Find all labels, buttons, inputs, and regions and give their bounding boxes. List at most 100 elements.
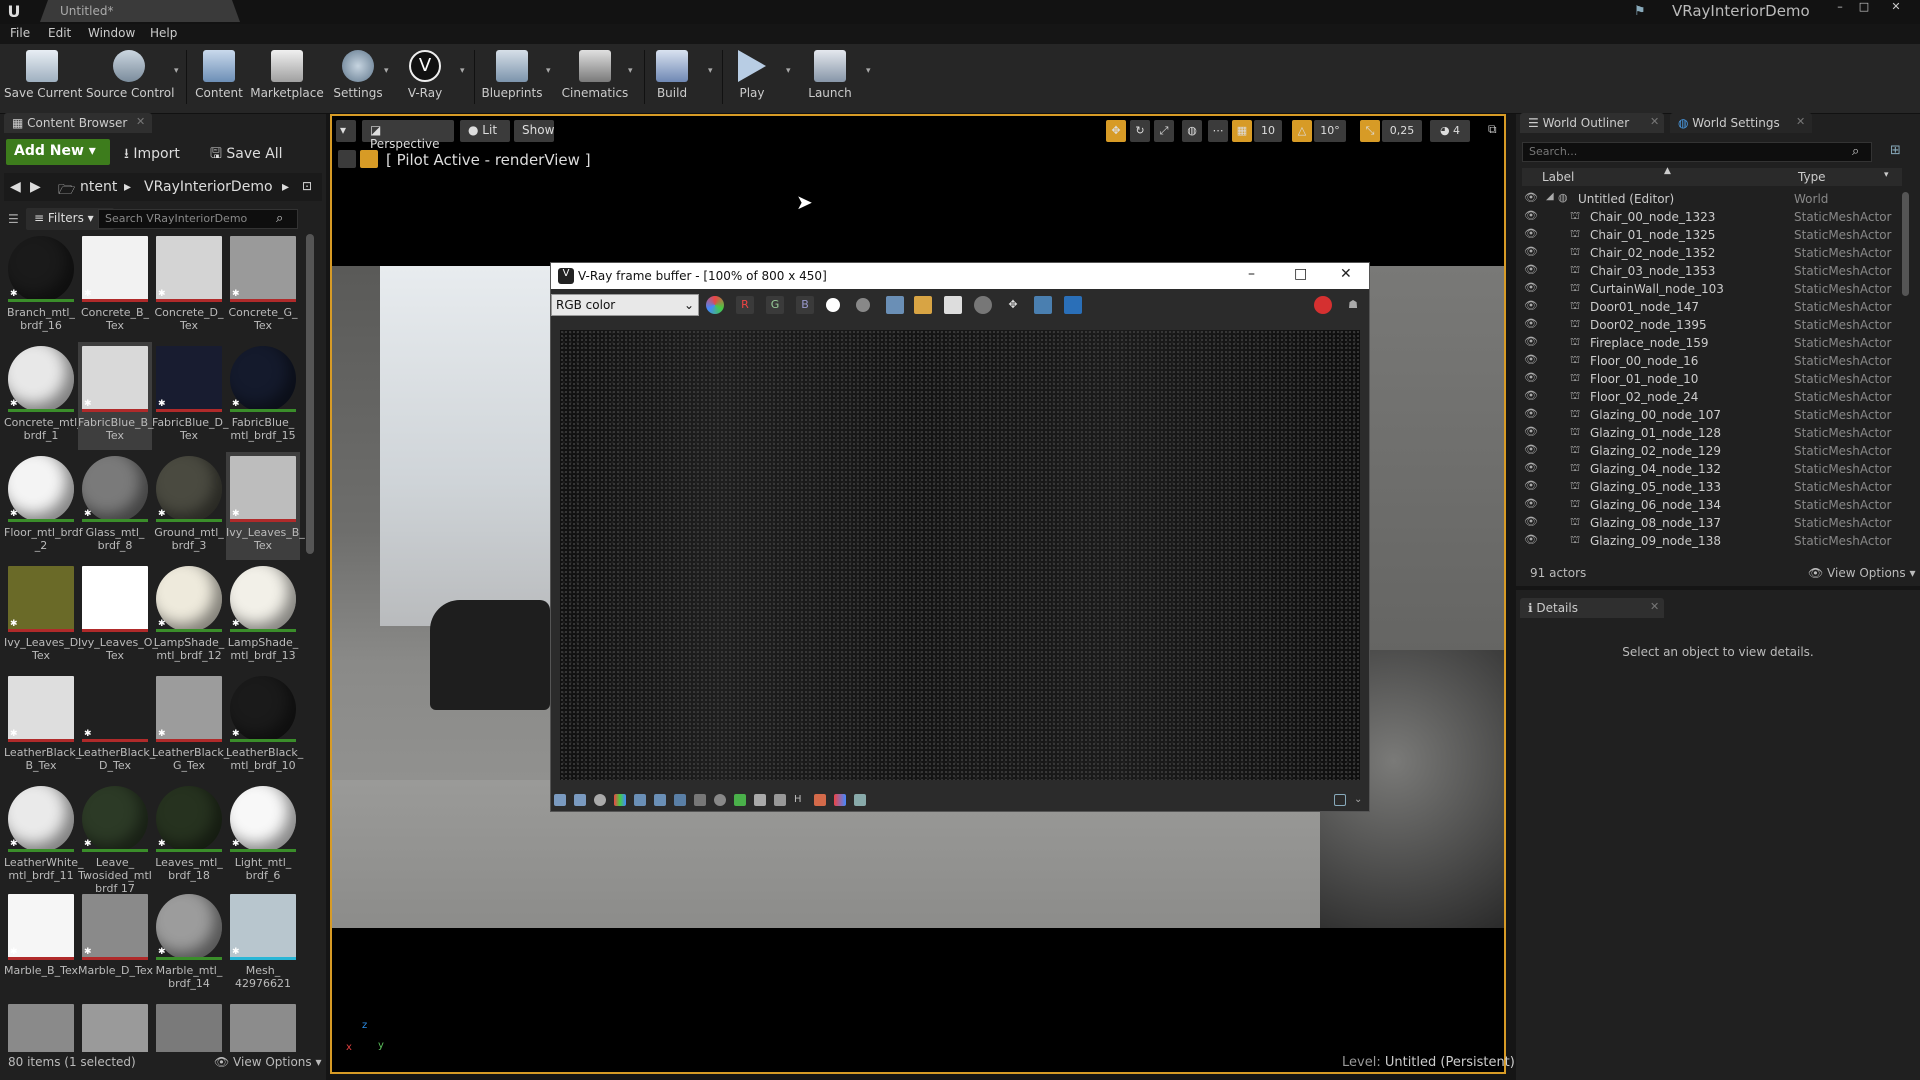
fb-tool-icon[interactable] <box>654 794 666 806</box>
cinematics-dropdown-icon[interactable]: ▾ <box>628 66 633 76</box>
search-icon[interactable]: ⌕ <box>276 211 283 226</box>
build-button[interactable]: Build <box>650 46 694 106</box>
outliner-row[interactable]: 👁 ⛫ Floor_02_node_24 StaticMeshActor <box>1522 388 1902 406</box>
fb-expand-icon[interactable]: ⌄ <box>1354 794 1366 806</box>
fb-tool-icon[interactable] <box>614 794 626 806</box>
save-all-button[interactable]: 🖫 Save All <box>210 143 283 167</box>
eject-icon[interactable] <box>338 150 356 168</box>
fb-tool-icon[interactable] <box>594 794 606 806</box>
settings-dropdown-icon[interactable]: ▾ <box>384 66 389 76</box>
play-dropdown-icon[interactable]: ▾ <box>786 66 791 76</box>
outliner-row[interactable]: 👁 ⛫ CurtainWall_node_103 StaticMeshActor <box>1522 280 1902 298</box>
outliner-row[interactable]: 👁 ⛫ Floor_00_node_16 StaticMeshActor <box>1522 352 1902 370</box>
build-dropdown-icon[interactable]: ▾ <box>708 66 713 76</box>
asset-tile[interactable]: ✱ Branch_mtl_ brdf_16 <box>4 232 78 340</box>
launch-dropdown-icon[interactable]: ▾ <box>866 66 871 76</box>
forward-arrow-icon[interactable]: ▶ <box>30 179 41 195</box>
asset-tile[interactable]: ✱ FabricBlue_B_ Tex <box>78 342 154 450</box>
content-scrollbar[interactable] <box>306 234 314 554</box>
asset-tile[interactable]: ✱ Marble_B_Tex <box>4 890 78 998</box>
red-channel-button[interactable]: R <box>736 296 754 314</box>
asset-tile[interactable]: ✱ Mesh_ 42976621 <box>226 890 300 998</box>
vray-dropdown-icon[interactable]: ▾ <box>460 66 465 76</box>
camera-icon[interactable] <box>1034 296 1052 314</box>
outliner-row[interactable]: 👁 ⛫ Floor_01_node_10 StaticMeshActor <box>1522 370 1902 388</box>
asset-tile[interactable]: ✱ Glass_mtl_ brdf_8 <box>78 452 152 560</box>
open-folder-icon[interactable] <box>914 296 932 314</box>
visibility-eye-icon[interactable]: 👁 <box>1524 299 1538 312</box>
menu-edit[interactable]: Edit <box>48 26 71 40</box>
close-icon[interactable]: ✕ <box>1650 600 1659 613</box>
fb-close-button[interactable]: ✕ <box>1340 266 1352 282</box>
sort-ascending-icon[interactable]: ▲ <box>1664 166 1671 176</box>
show-button[interactable]: Show <box>514 120 554 142</box>
fb-tool-icon[interactable] <box>814 794 826 806</box>
launch-button[interactable]: Launch <box>806 46 854 106</box>
asset-tile[interactable]: ✱ FabricBlue_D_ Tex <box>152 342 228 450</box>
column-options-icon[interactable]: ▾ <box>1884 170 1889 180</box>
sources-toggle-icon[interactable]: ☰ <box>8 212 19 226</box>
breadcrumb-vrayinteriordemo[interactable]: VRayInteriorDemo <box>144 179 273 195</box>
fb-tool-icon[interactable] <box>714 794 726 806</box>
blueprints-dropdown-icon[interactable]: ▾ <box>546 66 551 76</box>
visibility-eye-icon[interactable]: 👁 <box>1524 227 1538 240</box>
asset-tile[interactable]: ✱ FabricBlue_ mtl_brdf_15 <box>226 342 300 450</box>
close-icon[interactable]: ✕ <box>1796 115 1805 128</box>
column-type[interactable]: Type <box>1798 170 1826 184</box>
visibility-eye-icon[interactable]: 👁 <box>1524 263 1538 276</box>
outliner-row[interactable]: 👁 ⛫ Chair_00_node_1323 StaticMeshActor <box>1522 208 1902 226</box>
white-circle-icon[interactable] <box>826 298 840 312</box>
asset-tile[interactable]: ✱ LeatherBlack_ D_Tex <box>78 672 155 780</box>
asset-tile[interactable]: ✱ Concrete_G_ Tex <box>226 232 300 340</box>
render-teapot-icon[interactable]: ☗ <box>1344 296 1362 314</box>
fb-tool-icon[interactable] <box>834 794 846 806</box>
asset-tile[interactable]: ✱ LeatherBlack_ mtl_brdf_10 <box>226 672 303 780</box>
select-mode-icon[interactable]: ✥ <box>1106 120 1126 142</box>
fb-tool-icon[interactable] <box>774 794 786 806</box>
channel-select[interactable]: RGB color ⌄ <box>551 294 699 316</box>
tab-content-browser[interactable]: ▦ Content Browser <box>4 113 152 133</box>
column-label[interactable]: Label <box>1542 170 1574 184</box>
visibility-eye-icon[interactable]: 👁 <box>1524 461 1538 474</box>
fb-tool-icon[interactable] <box>554 794 566 806</box>
visibility-eye-icon[interactable]: 👁 <box>1524 191 1538 204</box>
clipboard-icon[interactable] <box>944 296 962 314</box>
lit-button[interactable]: ● Lit <box>460 120 510 142</box>
menu-help[interactable]: Help <box>150 26 177 40</box>
outliner-row[interactable]: 👁 ⛫ Glazing_09_node_138 StaticMeshActor <box>1522 532 1902 550</box>
menu-file[interactable]: File <box>10 26 30 40</box>
camera-speed-value[interactable]: ◕ 4 <box>1430 120 1470 142</box>
grey-circle-icon[interactable] <box>856 298 870 312</box>
tab-world-settings[interactable]: ◍ World Settings <box>1670 113 1812 133</box>
asset-tile[interactable]: ✱ <box>152 1000 226 1052</box>
fb-tool-icon[interactable] <box>694 794 706 806</box>
asset-tile[interactable]: ✱ LeatherWhite_ mtl_brdf_11 <box>4 782 84 890</box>
blueprints-button[interactable]: Blueprints <box>480 46 544 106</box>
outliner-scrollbar[interactable] <box>1902 192 1909 296</box>
outliner-row[interactable]: 👁 ⛫ Chair_03_node_1353 StaticMeshActor <box>1522 262 1902 280</box>
visibility-eye-icon[interactable]: 👁 <box>1524 425 1538 438</box>
vfb-history-icon[interactable] <box>1064 296 1082 314</box>
outliner-row[interactable]: 👁 ⛫ Glazing_02_node_129 StaticMeshActor <box>1522 442 1902 460</box>
visibility-eye-icon[interactable]: 👁 <box>1524 353 1538 366</box>
perspective-button[interactable]: ◪ Perspective <box>362 120 454 151</box>
rendered-image[interactable] <box>560 330 1360 780</box>
asset-tile[interactable]: ✱ Leaves_mtl_ brdf_18 <box>152 782 226 890</box>
outliner-row[interactable]: 👁 ⛫ Fireplace_node_159 StaticMeshActor <box>1522 334 1902 352</box>
surface-snap-icon[interactable]: ⋯ <box>1208 120 1228 142</box>
unreal-logo-icon[interactable]: U <box>3 2 25 22</box>
marketplace-button[interactable]: Marketplace <box>250 46 324 106</box>
minimize-button[interactable]: – <box>1830 0 1850 14</box>
asset-tile[interactable]: ✱ Floor_mtl_brdf _2 <box>4 452 83 560</box>
rotation-snap-icon[interactable]: △ <box>1292 120 1312 142</box>
asset-tile[interactable]: ✱ LeatherBlack_ G_Tex <box>152 672 229 780</box>
scale-snap-icon[interactable]: ⤡ <box>1360 120 1380 142</box>
visibility-eye-icon[interactable]: 👁 <box>1524 389 1538 402</box>
green-channel-button[interactable]: G <box>766 296 784 314</box>
visibility-eye-icon[interactable]: 👁 <box>1524 497 1538 510</box>
asset-tile[interactable]: ✱ Ivy_Leaves_B_ Tex <box>226 452 305 560</box>
add-folder-icon[interactable]: ⊞ <box>1890 143 1901 158</box>
visibility-eye-icon[interactable]: 👁 <box>1524 479 1538 492</box>
fb-tool-icon[interactable] <box>734 794 746 806</box>
breadcrumb-content[interactable]: ntent <box>80 179 117 195</box>
